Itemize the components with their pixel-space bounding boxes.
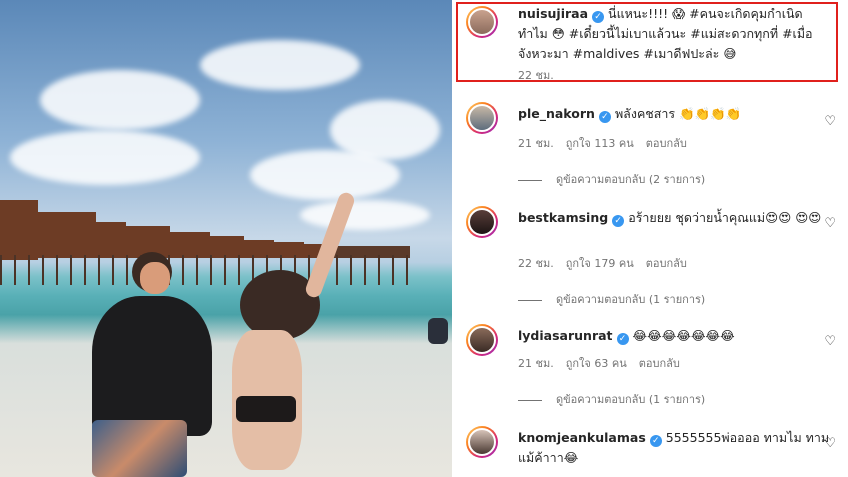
cloud (40, 70, 200, 130)
reply-button[interactable]: ตอบกลับ (646, 137, 687, 150)
comment-text: ple_nakorn ✓ พลังคชสาร 👏👏👏👏 (518, 104, 830, 124)
view-replies-label: ดูข้อความตอบกลับ (1 รายการ) (556, 393, 706, 406)
likes-count[interactable]: ถูกใจ 113 คน (566, 137, 634, 150)
comment-text: lydiasarunrat ✓ 😂😂😂😂😂😂😂 (518, 326, 830, 346)
view-replies-button[interactable]: ดูข้อความตอบกลับ (2 รายการ) (518, 170, 705, 188)
water-villa (0, 200, 38, 260)
timestamp[interactable]: 21 ชม. (518, 357, 554, 370)
comment-meta: 22 ชม. ถูกใจ 179 คน ตอบกลับ (518, 254, 699, 272)
man-body (92, 296, 212, 436)
timestamp[interactable]: 21 ชม. (518, 137, 554, 150)
view-replies-label: ดูข้อความตอบกลับ (1 รายการ) (556, 293, 706, 306)
cloud (200, 40, 360, 90)
avatar[interactable] (466, 324, 498, 356)
woman-swimsuit (236, 396, 296, 422)
view-replies-label: ดูข้อความตอบกลับ (2 รายการ) (556, 173, 706, 186)
caption-highlight-box (456, 2, 838, 82)
avatar-image (468, 326, 496, 354)
divider-line (518, 399, 542, 401)
view-replies-button[interactable]: ดูข้อความตอบกลับ (1 รายการ) (518, 390, 705, 408)
avatar[interactable] (466, 206, 498, 238)
comment-text: knomjeankulamas ✓ 5555555พ่ออออ ทามไม ทามแ… (518, 428, 830, 468)
divider-line (518, 299, 542, 301)
username[interactable]: bestkamsing (518, 210, 608, 225)
cloud (300, 200, 430, 230)
username[interactable]: ple_nakorn (518, 106, 595, 121)
reply-button[interactable]: ตอบกลับ (646, 257, 687, 270)
man-face (140, 262, 170, 294)
villa-stilts (0, 255, 420, 285)
comment-meta: 21 ชม. ถูกใจ 63 คน ตอบกลับ (518, 354, 692, 372)
heart-outline-icon[interactable]: ♡ (824, 216, 836, 231)
username[interactable]: lydiasarunrat (518, 328, 613, 343)
view-replies-button[interactable]: ดูข้อความตอบกลับ (1 รายการ) (518, 290, 705, 308)
distant-person (428, 318, 448, 344)
timestamp[interactable]: 22 ชม. (518, 257, 554, 270)
likes-count[interactable]: ถูกใจ 63 คน (566, 357, 627, 370)
water-villa (38, 212, 96, 258)
post-photo (0, 0, 452, 477)
comment-text: bestkamsing ✓ อร้ายยย ชุดว่ายน้ำคุณแม่😍😍 😍… (518, 208, 830, 228)
man-shorts (92, 420, 187, 477)
verified-badge-icon: ✓ (616, 333, 629, 345)
water-villa (96, 222, 126, 258)
avatar-image (468, 104, 496, 132)
verified-badge-icon: ✓ (612, 215, 625, 227)
cloud (250, 150, 400, 200)
avatar-image (468, 208, 496, 236)
heart-outline-icon[interactable]: ♡ (824, 436, 836, 451)
username[interactable]: knomjeankulamas (518, 430, 646, 445)
cloud (10, 130, 200, 185)
verified-badge-icon: ✓ (649, 435, 662, 447)
avatar-image (468, 428, 496, 456)
verified-badge-icon: ✓ (598, 111, 611, 123)
comment-body: พลังคชสาร 👏👏👏👏 (614, 106, 742, 121)
heart-outline-icon[interactable]: ♡ (824, 114, 836, 129)
reply-button[interactable]: ตอบกลับ (639, 357, 680, 370)
comment-body: อร้ายยย ชุดว่ายน้ำคุณแม่😍😍 😍😍 (628, 210, 822, 225)
divider-line (518, 179, 542, 181)
likes-count[interactable]: ถูกใจ 179 คน (566, 257, 634, 270)
avatar[interactable] (466, 102, 498, 134)
comment-meta: 21 ชม. ถูกใจ 113 คน ตอบกลับ (518, 134, 699, 152)
heart-outline-icon[interactable]: ♡ (824, 334, 836, 349)
avatar[interactable] (466, 426, 498, 458)
comment-body: 😂😂😂😂😂😂😂 (632, 328, 735, 343)
